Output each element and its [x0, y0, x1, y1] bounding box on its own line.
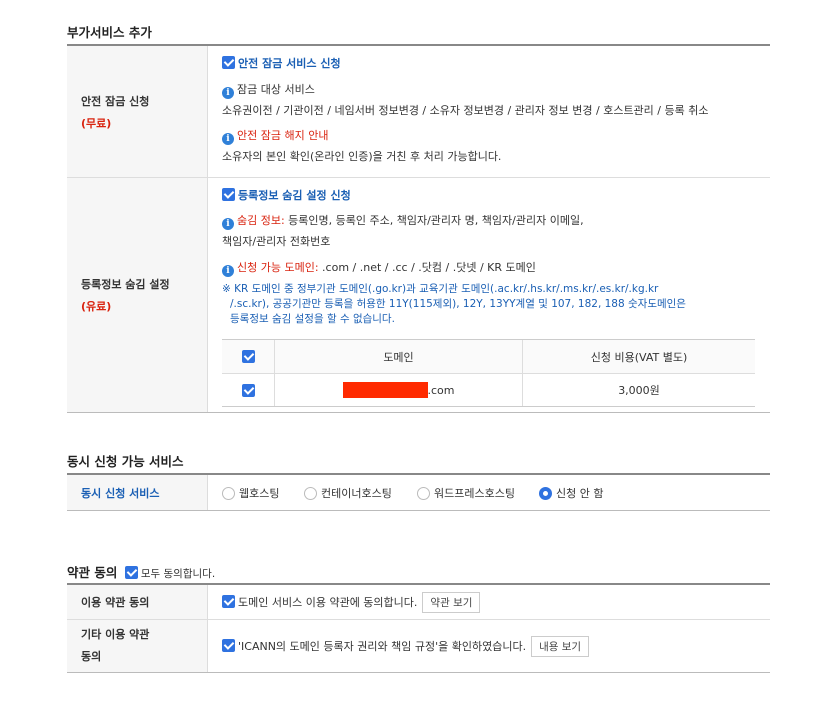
- terms-section: 약관 동의 모두 동의합니다.: [67, 562, 770, 581]
- domain-cell: .com: [275, 374, 523, 406]
- hide-info-line: i 숨김 정보: 등록인명, 등록인 주소, 책임자/관리자 명, 책임자/관리자…: [222, 212, 584, 230]
- safe-lock-header: 안전 잠금 신청 (무료): [67, 46, 207, 177]
- avail-domain-line: i 신청 가능 도메인: .com / .net / .cc / .닷컴 / .닷…: [222, 259, 536, 277]
- radio-label: 워드프레스호스팅: [434, 486, 515, 500]
- radio-label: 웹호스팅: [239, 486, 280, 500]
- price-cell: 3,000원: [618, 384, 660, 397]
- radio-none[interactable]: 신청 안 함: [539, 485, 603, 501]
- radio-selected-icon[interactable]: [539, 486, 552, 500]
- safe-lock-cell: 안전 잠금 서비스 신청 i 잠금 대상 서비스 소유권이전 / 기관이전 / 네…: [207, 46, 770, 177]
- kr-notice-2: /.sc.kr), 공공기관만 등록을 허용한 11Y(115제외), 12Y,…: [230, 298, 686, 310]
- info-icon: i: [222, 265, 234, 277]
- lock-release-title: i 안전 잠금 해지 안내: [222, 127, 328, 145]
- radio-wordpress-hosting[interactable]: 워드프레스호스팅: [417, 485, 515, 501]
- radio-icon[interactable]: [417, 486, 430, 500]
- lock-target-title-text: 잠금 대상 서비스: [237, 83, 315, 96]
- simul-label: 동시 신청 서비스: [67, 475, 207, 510]
- addon-section: 부가서비스 추가: [67, 22, 770, 41]
- icann-checkbox-label: 'ICANN의 도메인 등록자 권리와 책임 규정'을 확인하였습니다.: [238, 640, 527, 653]
- privacy-checkbox-label: 등록정보 숨김 설정 신청: [238, 189, 351, 202]
- checkbox-checked-icon[interactable]: [124, 566, 138, 579]
- privacy-price: (유료): [81, 300, 112, 313]
- terms-row-2-label-2: 동의: [81, 650, 102, 663]
- hide-info-desc-2: 책임자/관리자 전화번호: [222, 235, 331, 248]
- terms-title: 약관 동의: [67, 565, 118, 580]
- lock-target-title: i 잠금 대상 서비스: [222, 81, 315, 99]
- agree-all-label: 모두 동의합니다.: [140, 568, 216, 580]
- simul-title: 동시 신청 가능 서비스: [67, 454, 184, 469]
- info-icon: i: [222, 133, 234, 145]
- terms-table: 이용 약관 동의 도메인 서비스 이용 약관에 동의합니다. 약관 보기 기타 …: [67, 583, 770, 673]
- radio-icon[interactable]: [222, 486, 235, 500]
- radio-container-hosting[interactable]: 컨테이너호스팅: [304, 485, 392, 501]
- select-all-checkbox[interactable]: [222, 340, 275, 373]
- avail-domain-desc: .com / .net / .cc / .닷컴 / .닷넷 / KR 도메인: [318, 261, 536, 274]
- terms-row-2: 기타 이용 약관 동의 'ICANN의 도메인 등록자 권리와 책임 규정'을 …: [67, 619, 770, 672]
- lock-release-desc: 소유자의 본인 확인(온라인 인증)을 거친 후 처리 가능합니다.: [222, 150, 502, 163]
- kr-notice-1: ※ KR 도메인 중 정부기관 도메인(.go.kr)과 교육기관 도메인(.a…: [222, 283, 659, 295]
- privacy-checkbox[interactable]: 등록정보 숨김 설정 신청: [222, 187, 351, 203]
- safe-lock-checkbox[interactable]: 안전 잠금 서비스 신청: [222, 55, 341, 71]
- terms-row-2-label-1: 기타 이용 약관: [81, 628, 150, 641]
- privacy-label: 등록정보 숨김 설정: [81, 278, 170, 291]
- row-checkbox[interactable]: [222, 374, 275, 406]
- col-domain: 도메인: [275, 340, 523, 373]
- checkbox-checked-icon[interactable]: [222, 188, 235, 201]
- privacy-row: 등록정보 숨김 설정 (유료) 등록정보 숨김 설정 신청 i 숨김 정보: 등록…: [67, 177, 770, 412]
- radio-label: 컨테이너호스팅: [321, 486, 392, 500]
- lock-target-desc: 소유권이전 / 기관이전 / 네임서버 정보변경 / 소유자 정보변경 / 관리…: [222, 104, 709, 117]
- radio-icon[interactable]: [304, 486, 317, 500]
- info-icon: i: [222, 87, 234, 99]
- avail-domain-title: 신청 가능 도메인:: [237, 261, 319, 274]
- info-icon: i: [222, 218, 234, 230]
- safe-lock-checkbox-label: 안전 잠금 서비스 신청: [238, 57, 341, 70]
- redacted-domain: [342, 382, 428, 398]
- terms-row-1-label: 이용 약관 동의: [67, 585, 207, 619]
- terms-row-2-cell: 'ICANN의 도메인 등록자 권리와 책임 규정'을 확인하였습니다. 내용 …: [207, 620, 770, 672]
- simul-row: 동시 신청 서비스 웹호스팅 컨테이너호스팅 워드프레스호스팅 신청 안 함: [67, 475, 770, 510]
- view-terms-button[interactable]: 약관 보기: [422, 591, 481, 613]
- safe-lock-label: 안전 잠금 신청: [81, 94, 150, 108]
- safe-lock-price: (무료): [81, 116, 112, 130]
- privacy-cell: 등록정보 숨김 설정 신청 i 숨김 정보: 등록인명, 등록인 주소, 책임자/…: [207, 178, 770, 412]
- agree-all-checkbox[interactable]: 모두 동의합니다.: [124, 566, 216, 580]
- table-row: .com 3,000원: [222, 373, 755, 406]
- checkbox-checked-icon[interactable]: [222, 639, 235, 652]
- domain-table: 도메인 신청 비용(VAT 별도) .com 3,000원: [222, 339, 755, 407]
- checkbox-checked-icon[interactable]: [222, 56, 235, 69]
- terms-checkbox[interactable]: 도메인 서비스 이용 약관에 동의합니다.: [222, 594, 417, 610]
- terms-checkbox-label: 도메인 서비스 이용 약관에 동의합니다.: [238, 596, 418, 609]
- domain-suffix: .com: [427, 383, 455, 397]
- hide-info-desc-1: 등록인명, 등록인 주소, 책임자/관리자 명, 책임자/관리자 이메일,: [284, 214, 584, 227]
- radio-web-hosting[interactable]: 웹호스팅: [222, 485, 279, 501]
- terms-row-2-label: 기타 이용 약관 동의: [67, 620, 207, 672]
- safe-lock-row: 안전 잠금 신청 (무료) 안전 잠금 서비스 신청 i 잠금 대상 서비스 소유…: [67, 46, 770, 177]
- terms-row-1-cell: 도메인 서비스 이용 약관에 동의합니다. 약관 보기: [207, 585, 770, 619]
- radio-label: 신청 안 함: [556, 486, 604, 500]
- hide-info-title: 숨김 정보:: [237, 214, 285, 227]
- addon-title: 부가서비스 추가: [67, 25, 152, 40]
- icann-checkbox[interactable]: 'ICANN의 도메인 등록자 권리와 책임 규정'을 확인하였습니다.: [222, 638, 526, 654]
- col-price: 신청 비용(VAT 별도): [590, 350, 688, 364]
- lock-release-title-text: 안전 잠금 해지 안내: [237, 129, 329, 142]
- kr-notice-3: 등록정보 숨김 설정을 할 수 없습니다.: [230, 313, 395, 325]
- privacy-header: 등록정보 숨김 설정 (유료): [67, 178, 207, 412]
- simul-table: 동시 신청 서비스 웹호스팅 컨테이너호스팅 워드프레스호스팅 신청 안 함: [67, 473, 770, 511]
- simul-options: 웹호스팅 컨테이너호스팅 워드프레스호스팅 신청 안 함: [207, 475, 770, 510]
- terms-row-1: 이용 약관 동의 도메인 서비스 이용 약관에 동의합니다. 약관 보기: [67, 585, 770, 619]
- simul-section: 동시 신청 가능 서비스: [67, 451, 770, 470]
- checkbox-checked-icon[interactable]: [222, 595, 235, 608]
- view-content-button[interactable]: 내용 보기: [531, 635, 590, 657]
- addon-table: 안전 잠금 신청 (무료) 안전 잠금 서비스 신청 i 잠금 대상 서비스 소유…: [67, 44, 770, 413]
- checkbox-checked-icon[interactable]: [241, 383, 255, 397]
- checkbox-checked-icon[interactable]: [241, 350, 255, 363]
- domain-table-header: 도메인 신청 비용(VAT 별도): [222, 340, 755, 373]
